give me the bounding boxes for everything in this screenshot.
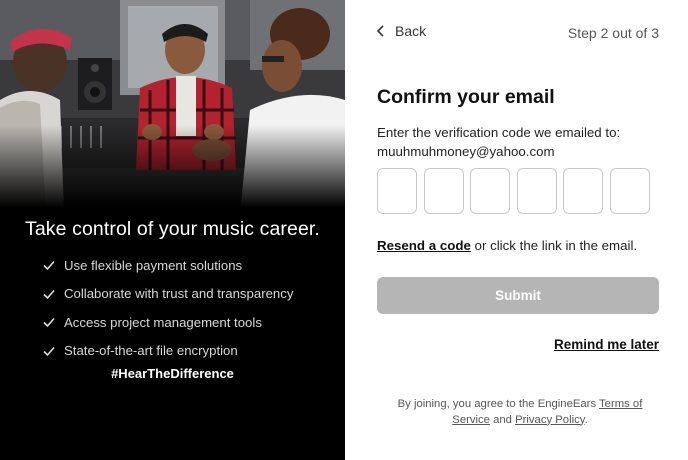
chevron-left-icon bbox=[376, 25, 384, 37]
hashtag-text: #HearTheDifference bbox=[111, 366, 234, 381]
code-digit-4[interactable] bbox=[516, 168, 557, 214]
submit-button[interactable]: Submit bbox=[377, 277, 659, 314]
verification-panel: Back Step 2 out of 3 Confirm your email … bbox=[345, 0, 688, 460]
feature-item: Access project management tools bbox=[42, 308, 293, 337]
legal-prefix: By joining, you agree to the EngineEars bbox=[397, 398, 600, 410]
checkmark-icon bbox=[43, 346, 55, 356]
back-button[interactable]: Back bbox=[375, 23, 426, 39]
promo-panel: Take control of your music career. Use f… bbox=[0, 0, 345, 460]
code-digit-1[interactable] bbox=[377, 168, 417, 214]
legal-suffix: . bbox=[584, 413, 588, 426]
legal-text: By joining, you agree to the EngineEars … bbox=[385, 397, 655, 428]
feature-list: Use flexible payment solutions Collabora… bbox=[42, 251, 293, 365]
step-indicator: Step 2 out of 3 bbox=[567, 25, 659, 41]
feature-item: State-of-the-art file encryption bbox=[42, 337, 293, 366]
resend-code-link[interactable]: Resend a code bbox=[377, 238, 471, 253]
code-digit-2[interactable] bbox=[423, 168, 464, 214]
back-label: Back bbox=[395, 23, 427, 39]
feature-text: Access project management tools bbox=[64, 314, 262, 330]
feature-text: Use flexible payment solutions bbox=[64, 257, 243, 273]
page-title: Confirm your email bbox=[377, 86, 555, 108]
code-digit-3[interactable] bbox=[470, 168, 510, 214]
code-input-group bbox=[377, 168, 650, 214]
resend-suffix: or click the link in the email. bbox=[470, 238, 638, 253]
feature-text: Collaborate with trust and transparency bbox=[64, 286, 294, 302]
instructions-text: Enter the verification code we emailed t… bbox=[377, 125, 621, 140]
email-address: muuhmuhmoney@yahoo.com bbox=[377, 144, 555, 159]
code-digit-6[interactable] bbox=[609, 168, 650, 214]
instructions: Enter the verification code we emailed t… bbox=[377, 123, 620, 161]
resend-row: Resend a code or click the link in the e… bbox=[377, 238, 637, 253]
checkmark-icon bbox=[43, 261, 55, 271]
feature-item: Use flexible payment solutions bbox=[42, 251, 293, 280]
remind-later-link[interactable]: Remind me later bbox=[554, 337, 659, 352]
feature-item: Collaborate with trust and transparency bbox=[42, 280, 293, 309]
checkmark-icon bbox=[43, 289, 55, 299]
privacy-link[interactable]: Privacy Policy bbox=[515, 414, 584, 426]
checkmark-icon bbox=[43, 318, 55, 328]
studio-photo bbox=[0, 0, 345, 215]
photo-gradient bbox=[0, 125, 345, 215]
code-digit-5[interactable] bbox=[563, 168, 603, 214]
legal-and: and bbox=[489, 413, 516, 426]
feature-text: State-of-the-art file encryption bbox=[64, 343, 238, 359]
promo-headline: Take control of your music career. bbox=[25, 218, 320, 240]
